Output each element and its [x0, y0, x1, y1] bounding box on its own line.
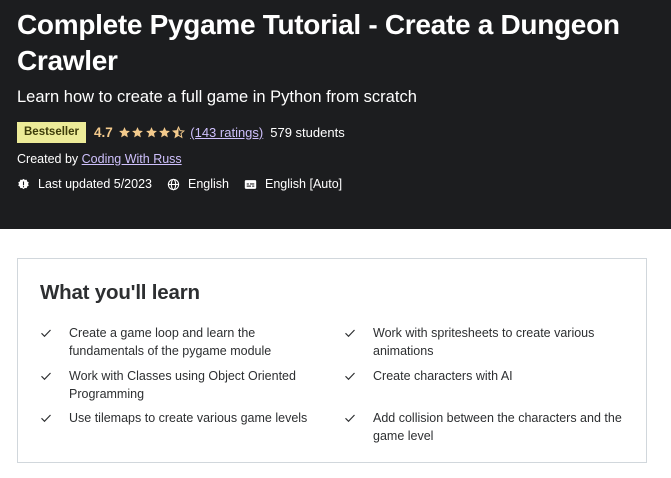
created-by: Created by Coding With Russ — [17, 151, 182, 167]
course-header: Complete Pygame Tutorial - Create a Dung… — [0, 0, 671, 229]
star-icon — [132, 126, 144, 137]
created-by-label: Created by — [17, 152, 79, 166]
course-subtitle: Learn how to create a full game in Pytho… — [17, 88, 417, 106]
check-icon — [41, 414, 51, 423]
check-icon — [345, 372, 355, 381]
closed-captions-icon — [244, 179, 257, 189]
rating-row: Bestseller 4.7 (143 ratings) 579 student… — [17, 121, 345, 143]
learn-item: Work with spritesheets to create various… — [344, 324, 634, 360]
learn-item: Create characters with AI — [344, 367, 634, 385]
rating-value: 4.7 — [93, 124, 113, 140]
alert-badge-icon — [18, 178, 29, 189]
check-icon — [345, 329, 355, 338]
ratings-count-link[interactable]: (143 ratings) — [190, 125, 263, 140]
what-youll-learn: What you'll learn Create a game loop and… — [17, 258, 647, 463]
captions: English [Auto] — [244, 177, 342, 191]
learn-item: Add collision between the characters and… — [344, 409, 639, 445]
star-half-icon — [171, 125, 185, 138]
check-icon — [41, 329, 51, 338]
course-title: Complete Pygame Tutorial - Create a Dung… — [17, 9, 620, 76]
author-link[interactable]: Coding With Russ — [82, 152, 182, 166]
last-updated-text: Last updated 5/2023 — [38, 177, 152, 191]
star-icon — [159, 126, 171, 137]
course-meta: Last updated 5/2023 English English [Aut… — [17, 175, 357, 193]
language-text: English — [188, 177, 229, 191]
check-icon — [41, 372, 51, 381]
star-icon — [118, 126, 130, 137]
last-updated: Last updated 5/2023 — [17, 177, 152, 191]
language: English — [167, 177, 229, 191]
learn-item: Work with Classes using Object Oriented P… — [40, 367, 330, 403]
students-count: 579 students — [270, 124, 345, 140]
check-icon — [345, 414, 355, 423]
learn-item: Create a game loop and learn the fundamen… — [40, 324, 310, 360]
star-icon — [145, 126, 157, 137]
bestseller-badge: Bestseller — [17, 121, 86, 143]
learn-item: Use tilemaps to create various game leve… — [40, 409, 335, 427]
learn-heading: What you'll learn — [40, 281, 200, 304]
rating-stars — [118, 125, 186, 139]
captions-text: English [Auto] — [265, 177, 343, 191]
globe-icon — [167, 178, 180, 190]
